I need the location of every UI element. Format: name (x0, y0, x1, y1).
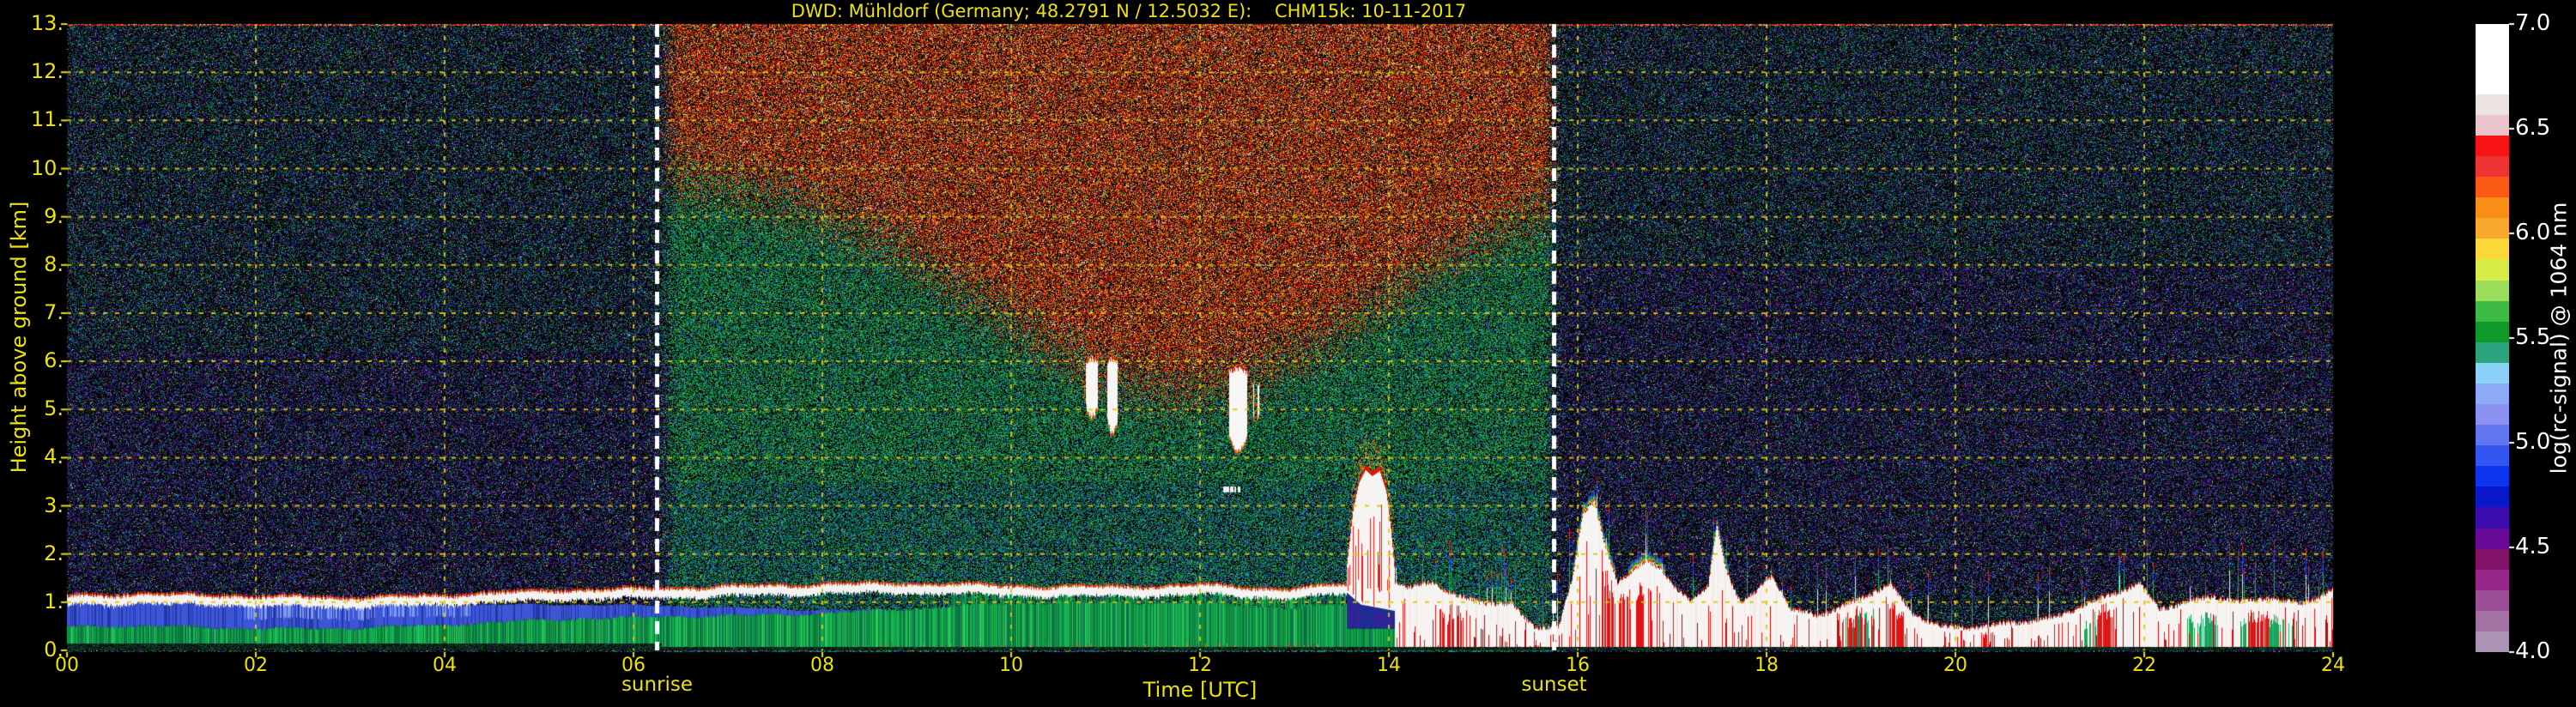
x-tick-label: 00 (55, 655, 79, 676)
y-tick-label: 0. (44, 638, 64, 662)
x-tick-label: 24 (2321, 655, 2345, 676)
colorbar-band (2476, 528, 2509, 549)
x-tick-label: 18 (1755, 655, 1779, 676)
x-tick-label: 22 (2132, 655, 2156, 676)
page-title: DWD: Mühldorf (Germany; 48.2791 N / 12.5… (791, 1, 1467, 21)
colorbar-band (2476, 589, 2509, 611)
y-tick-label: 8. (44, 251, 64, 276)
x-tick-label: 10 (999, 655, 1023, 676)
plot-canvas (0, 0, 2576, 707)
colorbar-band (2476, 631, 2509, 652)
colorbar-tick-label: 6.5 (2515, 115, 2551, 141)
x-tick-label: 08 (810, 655, 834, 676)
x-tick-label: 14 (1377, 655, 1401, 676)
y-tick-label: 2. (44, 541, 64, 565)
colorbar-band (2476, 445, 2509, 467)
x-tick-label: 20 (1943, 655, 1967, 676)
colorbar-title: log(rc-signal) @ 1064 nm (2546, 202, 2572, 474)
y-tick-label: 11. (30, 107, 64, 132)
y-tick-label: 13. (30, 11, 64, 36)
colorbar-tick-label: 4.0 (2515, 638, 2551, 664)
colorbar-band (2476, 507, 2509, 529)
y-tick-label: 3. (44, 492, 64, 517)
x-tick-label: 02 (244, 655, 268, 676)
colorbar-band (2476, 321, 2509, 342)
y-tick-label: 6. (44, 348, 64, 373)
colorbar-band (2476, 383, 2509, 405)
x-tick-label: 04 (433, 655, 457, 676)
colorbar-band (2476, 486, 2509, 508)
colorbar-band (2476, 24, 2509, 94)
colorbar-band (2476, 548, 2509, 570)
sun-annotation-label: sunrise (621, 674, 694, 696)
colorbar-band (2476, 239, 2509, 260)
colorbar-band (2476, 218, 2509, 239)
colorbar-band (2476, 114, 2509, 136)
colorbar-tick-label: 5.5 (2515, 324, 2551, 350)
colorbar-band (2476, 177, 2509, 198)
colorbar-band (2476, 136, 2509, 157)
colorbar-band (2476, 300, 2509, 322)
y-tick-label: 4. (44, 444, 64, 469)
colorbar-band (2476, 466, 2509, 487)
y-tick-label: 9. (44, 203, 64, 228)
y-tick-label: 5. (44, 396, 64, 421)
colorbar-tick-label: 4.5 (2515, 534, 2551, 559)
colorbar-band (2476, 94, 2509, 115)
y-tick-label: 1. (44, 589, 64, 613)
colorbar-band (2476, 341, 2509, 363)
sun-annotation-label: sunset (1521, 674, 1587, 696)
colorbar-tick-label: 5.0 (2515, 429, 2551, 455)
y-axis-title: Height above ground [km] (7, 201, 31, 474)
colorbar-band (2476, 280, 2509, 301)
colorbar-tick-label: 7.0 (2515, 10, 2551, 36)
x-axis-title: Time [UTC] (1143, 678, 1258, 702)
colorbar-tick-label: 6.0 (2515, 220, 2551, 245)
y-tick-label: 7. (44, 299, 64, 324)
y-tick-label: 12. (30, 59, 64, 84)
colorbar-band (2476, 569, 2509, 590)
colorbar-band (2476, 197, 2509, 219)
colorbar-band (2476, 610, 2509, 631)
colorbar-band (2476, 362, 2509, 384)
y-tick-label: 10. (30, 155, 64, 180)
ceilometer-quicklook: DWD: Mühldorf (Germany; 48.2791 N / 12.5… (0, 0, 2576, 707)
colorbar (2476, 24, 2509, 652)
colorbar-band (2476, 425, 2509, 446)
colorbar-band (2476, 404, 2509, 426)
colorbar-band (2476, 259, 2509, 281)
colorbar-band (2476, 156, 2509, 178)
x-tick-label: 12 (1188, 655, 1212, 676)
